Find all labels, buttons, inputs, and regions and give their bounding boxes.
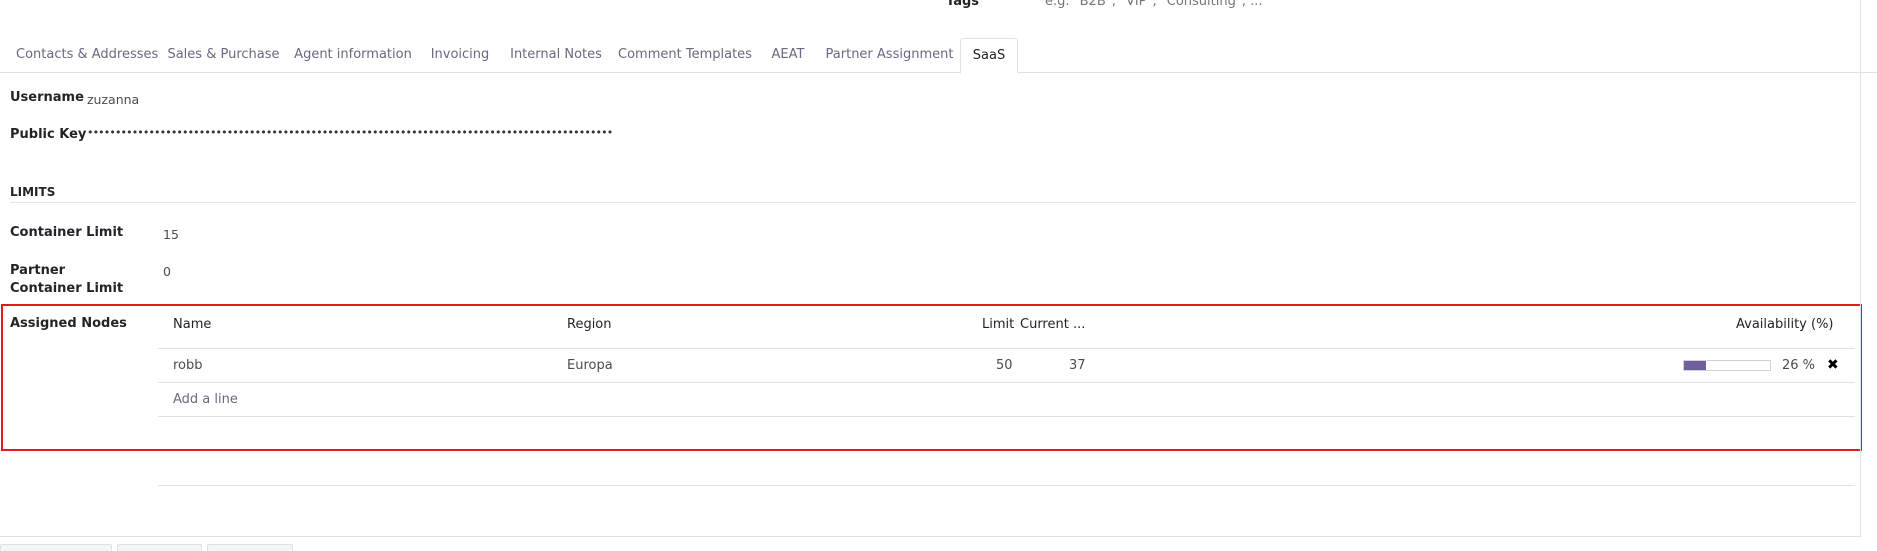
highlight-box — [1, 304, 1862, 451]
table-bottom-separator — [158, 485, 1855, 486]
tab-saas[interactable]: SaaS — [960, 38, 1018, 74]
tab-sales-purchase[interactable]: Sales & Purchase — [166, 38, 281, 73]
tab-aeat[interactable]: AEAT — [763, 38, 813, 73]
partner-container-limit-value: 0 — [163, 264, 171, 279]
tab-contacts-addresses[interactable]: Contacts & Addresses — [16, 38, 158, 73]
limits-separator — [10, 202, 1856, 203]
tab-partner-assignment[interactable]: Partner Assignment — [822, 38, 957, 73]
tags-label: Tags — [946, 0, 980, 9]
tab-agent-information[interactable]: Agent information — [292, 38, 414, 73]
container-limit-value: 15 — [163, 227, 179, 242]
sheet-bottom-border — [0, 536, 1860, 537]
notebook-tabs: Contacts & Addresses Sales & Purchase Ag… — [0, 38, 1877, 74]
public-key-value: ••••••••••••••••••••••••••••••••••••••••… — [87, 126, 613, 139]
username-value: zuzanna — [87, 92, 140, 107]
partner-container-limit-label: Partner Container Limit — [10, 263, 124, 296]
tab-invoicing[interactable]: Invoicing — [425, 38, 495, 73]
footer-tab-2[interactable] — [117, 544, 202, 551]
tab-comment-templates[interactable]: Comment Templates — [617, 38, 753, 73]
footer-tab-3[interactable] — [207, 544, 293, 551]
container-limit-label: Container Limit — [10, 225, 124, 240]
tab-internal-notes[interactable]: Internal Notes — [505, 38, 607, 73]
sheet-right-border — [1860, 0, 1861, 537]
tags-input[interactable] — [1045, 0, 1345, 9]
username-label: Username — [10, 90, 84, 105]
limits-section-title: LIMITS — [10, 185, 56, 199]
footer-tab-1[interactable] — [0, 544, 112, 551]
public-key-label: Public Key — [10, 127, 87, 142]
